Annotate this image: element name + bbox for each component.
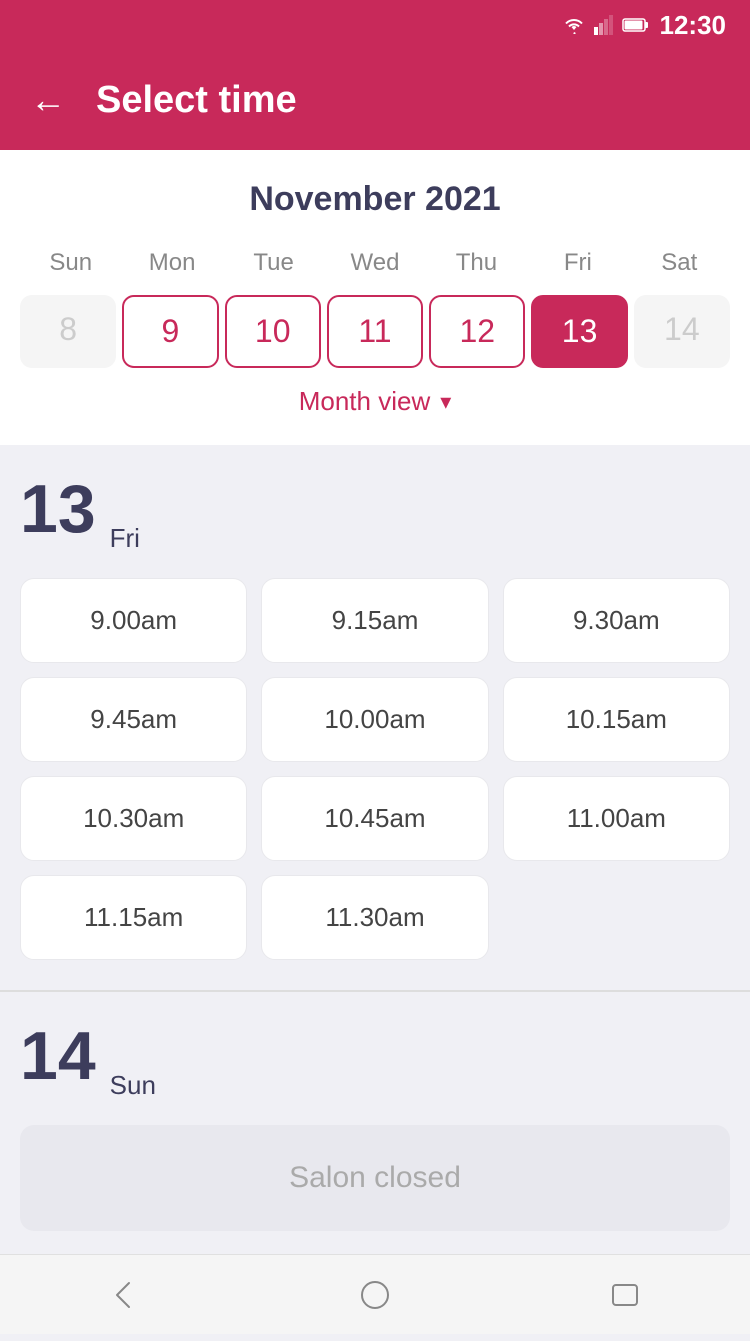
status-icons bbox=[562, 15, 650, 35]
chevron-down-icon: ▾ bbox=[440, 389, 451, 415]
weekday-tue: Tue bbox=[223, 243, 324, 283]
recents-nav-icon bbox=[607, 1277, 643, 1313]
weekday-wed: Wed bbox=[324, 243, 425, 283]
date-11[interactable]: 11 bbox=[327, 295, 423, 368]
signal-icon bbox=[594, 15, 614, 35]
date-14: 14 bbox=[634, 295, 730, 368]
date-9[interactable]: 9 bbox=[122, 295, 218, 368]
time-slot-1100am[interactable]: 11.00am bbox=[503, 776, 730, 861]
back-button[interactable]: ← bbox=[30, 82, 66, 118]
time-slot-915am[interactable]: 9.15am bbox=[261, 578, 488, 663]
date-12[interactable]: 12 bbox=[429, 295, 525, 368]
weekday-sat: Sat bbox=[629, 243, 730, 283]
month-year-title: November 2021 bbox=[20, 180, 730, 219]
time-slot-1045am[interactable]: 10.45am bbox=[261, 776, 488, 861]
time-grid-13: 9.00am 9.15am 9.30am 9.45am 10.00am 10.1… bbox=[20, 578, 730, 960]
page-title: Select time bbox=[96, 79, 297, 122]
calendar-section: November 2021 Sun Mon Tue Wed Thu Fri Sa… bbox=[0, 150, 750, 445]
weekday-fri: Fri bbox=[527, 243, 628, 283]
month-view-label: Month view bbox=[299, 386, 431, 417]
weekday-row: Sun Mon Tue Wed Thu Fri Sat bbox=[20, 243, 730, 283]
nav-home-button[interactable] bbox=[353, 1273, 397, 1317]
weekday-thu: Thu bbox=[426, 243, 527, 283]
time-slot-1015am[interactable]: 10.15am bbox=[503, 677, 730, 762]
time-slot-900am[interactable]: 9.00am bbox=[20, 578, 247, 663]
app-header: ← Select time bbox=[0, 50, 750, 150]
time-slot-1115am[interactable]: 11.15am bbox=[20, 875, 247, 960]
status-bar: 12:30 bbox=[0, 0, 750, 50]
weekday-sun: Sun bbox=[20, 243, 121, 283]
time-slot-1000am[interactable]: 10.00am bbox=[261, 677, 488, 762]
time-slot-930am[interactable]: 9.30am bbox=[503, 578, 730, 663]
time-slot-1030am[interactable]: 10.30am bbox=[20, 776, 247, 861]
weekday-mon: Mon bbox=[121, 243, 222, 283]
month-view-toggle[interactable]: Month view ▾ bbox=[20, 368, 730, 425]
salon-closed-label: Salon closed bbox=[289, 1161, 461, 1194]
navigation-bar bbox=[0, 1254, 750, 1334]
day-13-header: 13 Fri bbox=[20, 475, 730, 554]
day-14-number: 14 bbox=[20, 1022, 96, 1090]
salon-closed-box: Salon closed bbox=[20, 1125, 730, 1231]
day-14-name: Sun bbox=[110, 1070, 156, 1101]
battery-icon bbox=[622, 17, 650, 33]
home-nav-icon bbox=[357, 1277, 393, 1313]
time-slot-945am[interactable]: 9.45am bbox=[20, 677, 247, 762]
date-8: 8 bbox=[20, 295, 116, 368]
day-14-section: 14 Sun Salon closed bbox=[0, 992, 750, 1261]
time-slot-1130am[interactable]: 11.30am bbox=[261, 875, 488, 960]
dates-row: 8 9 10 11 12 13 14 bbox=[20, 295, 730, 368]
day-13-number: 13 bbox=[20, 475, 96, 543]
back-nav-icon bbox=[107, 1277, 143, 1313]
nav-recents-button[interactable] bbox=[603, 1273, 647, 1317]
date-13[interactable]: 13 bbox=[531, 295, 627, 368]
day-14-header: 14 Sun bbox=[20, 1022, 730, 1101]
status-time: 12:30 bbox=[660, 10, 727, 41]
day-13-section: 13 Fri 9.00am 9.15am 9.30am 9.45am 10.00… bbox=[0, 445, 750, 990]
date-10[interactable]: 10 bbox=[225, 295, 321, 368]
day-13-name: Fri bbox=[110, 523, 140, 554]
nav-back-button[interactable] bbox=[103, 1273, 147, 1317]
wifi-icon bbox=[562, 16, 586, 34]
